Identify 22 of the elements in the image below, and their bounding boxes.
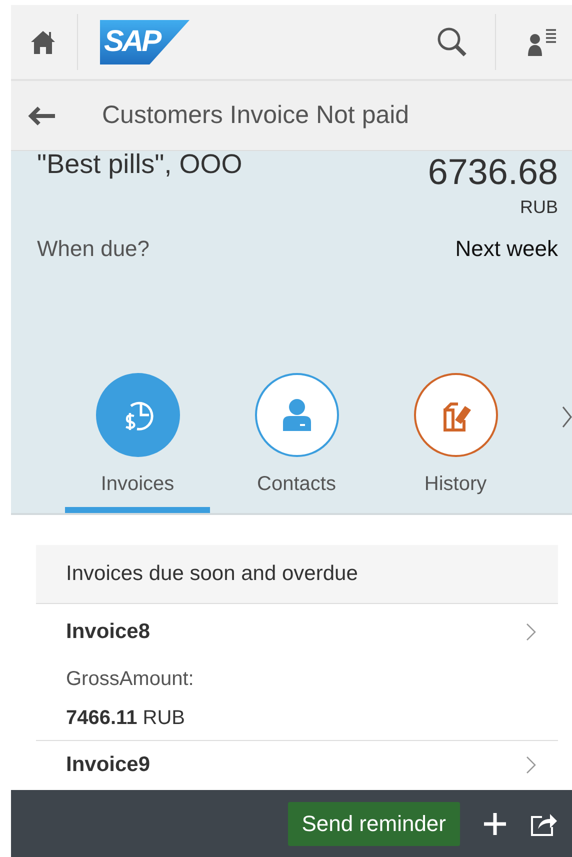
list-item[interactable]: Invoice9 <box>36 741 558 781</box>
back-arrow-icon[interactable] <box>27 106 57 126</box>
due-value: Next week <box>455 236 558 262</box>
tab[interactable]: Invoices <box>65 373 210 513</box>
list-item[interactable]: Invoice8 GrossAmount: 7466.11 RUB <box>36 604 558 741</box>
user-menu-icon[interactable] <box>526 26 558 58</box>
add-icon[interactable] <box>482 810 508 836</box>
currency: RUB <box>520 197 558 218</box>
search-icon[interactable] <box>435 25 469 59</box>
group-header: Invoices due soon and overdue <box>36 545 558 604</box>
chevron-right-icon <box>526 756 536 774</box>
customer-name: "Best pills", OOO <box>37 149 242 181</box>
page-title: Customers Invoice Not paid <box>102 101 410 130</box>
logo: SAP <box>100 20 190 64</box>
tab[interactable]: Contacts <box>224 373 369 513</box>
chevron-right-icon[interactable] <box>562 405 572 429</box>
due-label: When due? <box>37 236 150 262</box>
send-reminder-button[interactable]: Send reminder <box>288 802 460 846</box>
amount: 6736.68 <box>428 151 558 193</box>
tab[interactable]: History <box>383 373 528 513</box>
home-icon[interactable] <box>29 28 57 56</box>
chevron-right-icon <box>526 623 536 641</box>
